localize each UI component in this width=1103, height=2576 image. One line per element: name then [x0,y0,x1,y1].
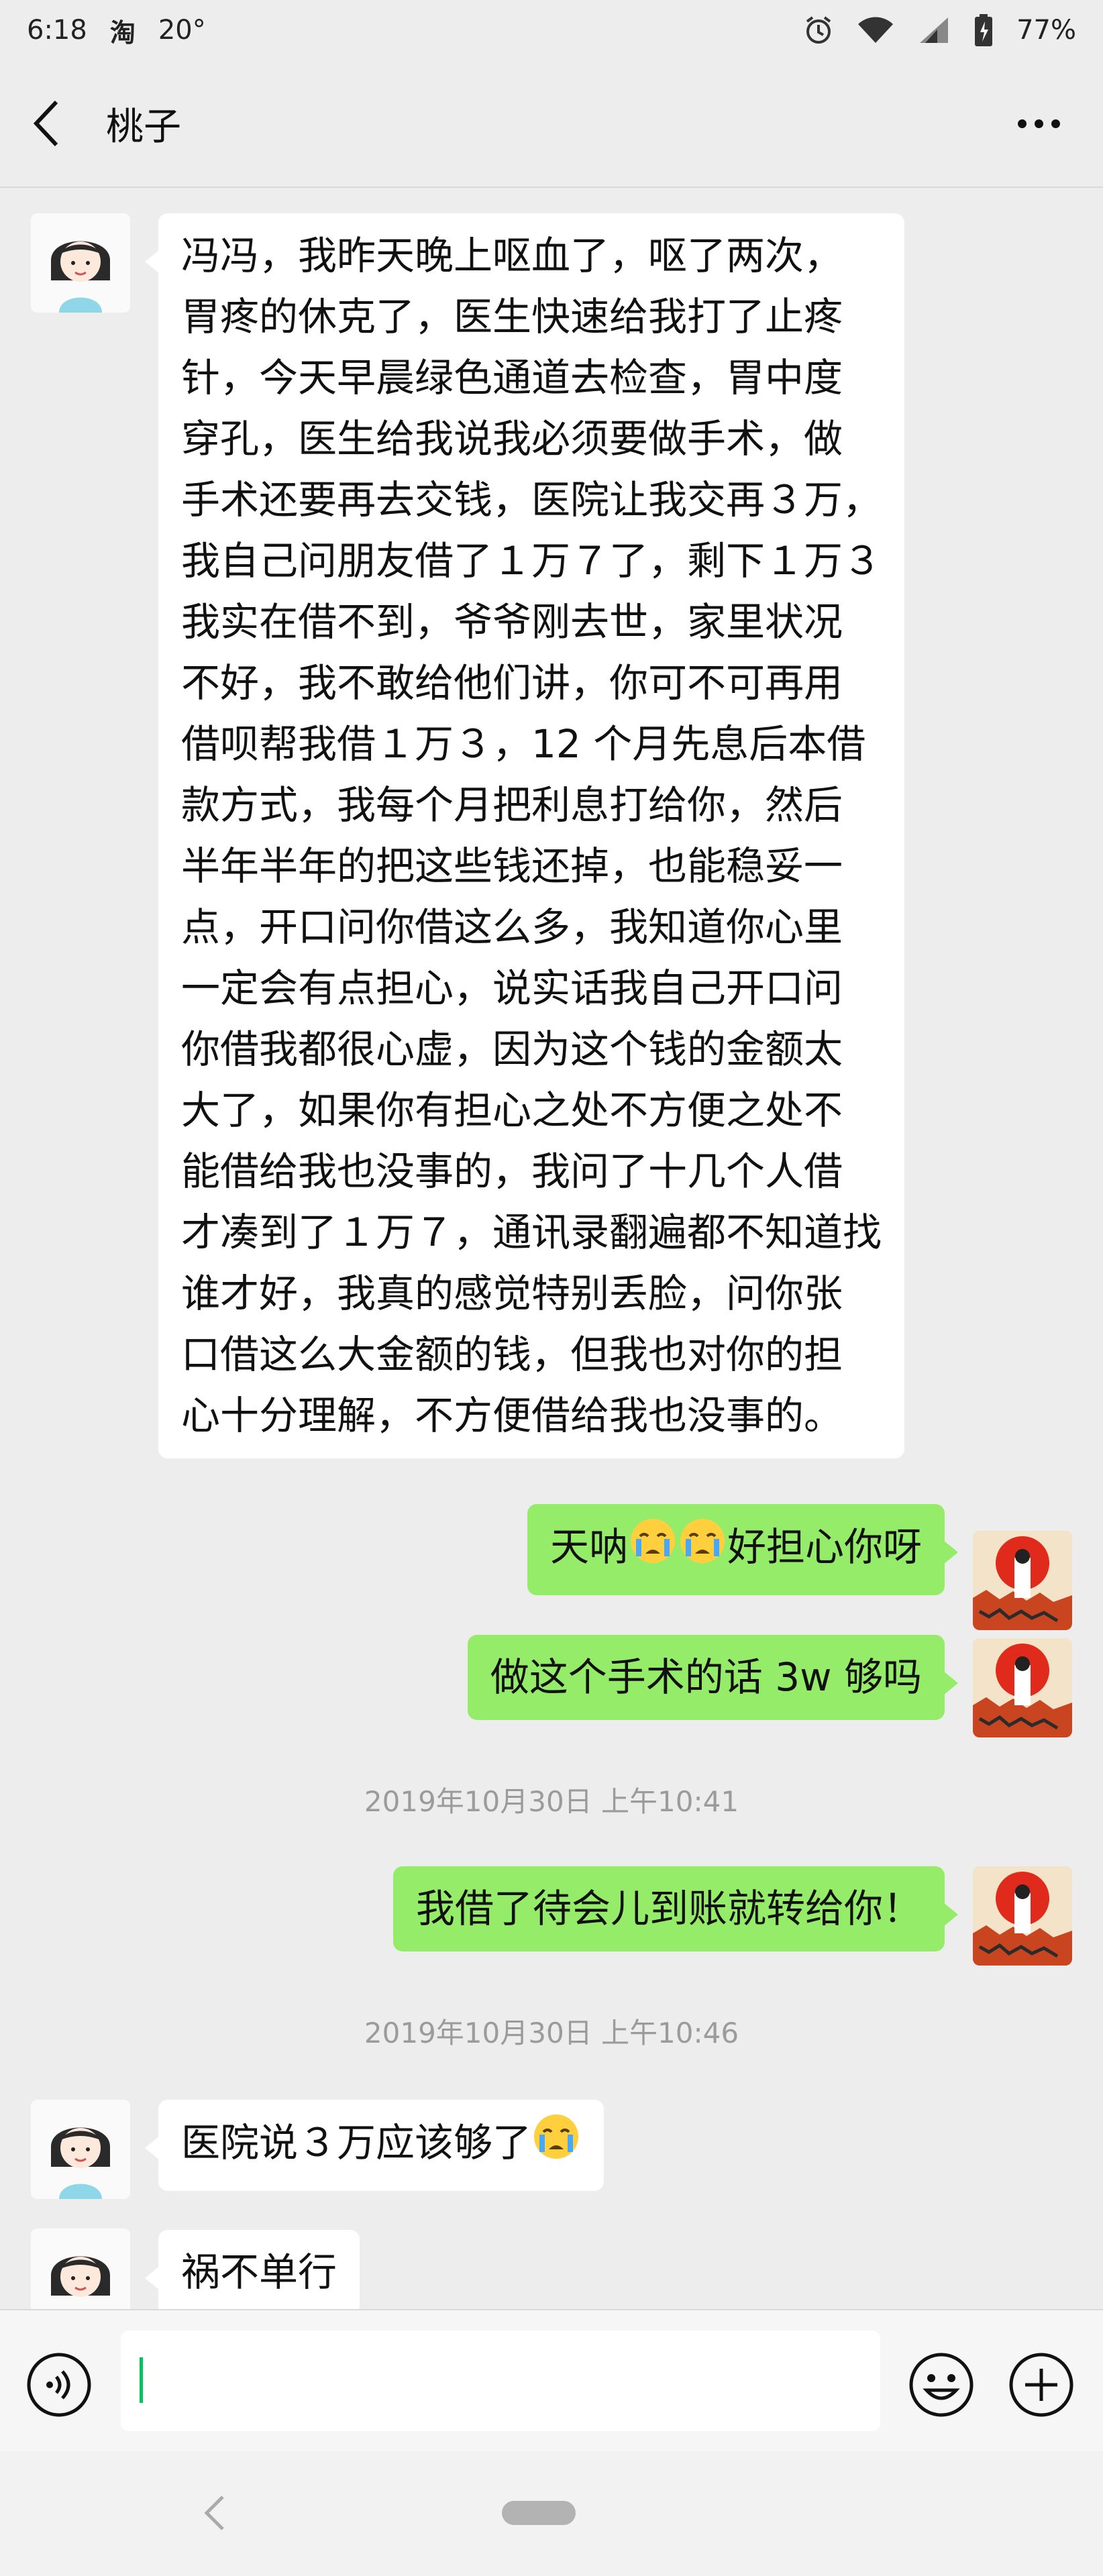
wifi-icon [857,15,894,46]
message-input[interactable] [121,2330,880,2431]
message-line: 半年半年的把这些钱还掉，也能稳妥一 [181,843,843,889]
crying-face-emoji [531,2112,581,2179]
emoji-icon[interactable] [908,2351,975,2418]
my-avatar[interactable] [973,1531,1072,1630]
message-line: 我实在借不到，爷爷刚去世，家里状况 [181,599,843,645]
battery-icon [974,13,994,47]
back-chevron-icon[interactable] [30,97,76,150]
chat-title: 桃子 [106,105,181,149]
message-line: 心十分理解，不方便借给我也没事的。 [181,1393,843,1438]
system-back-icon[interactable] [201,2493,228,2536]
battery-percent: 77% [1016,15,1076,46]
message-text: 天呐 [549,1524,628,1570]
status-time: 6:18 [27,15,87,46]
contact-avatar[interactable] [31,2229,130,2309]
timestamp: 2019年10月30日 上午10:46 [364,2017,739,2049]
message-line: 才凑到了１万７，通讯录翻遍都不知道找 [181,1210,882,1255]
status-bar: 6:18 淘 20° 77% [0,0,1103,60]
message-line: 一定会有点担心，说实话我自己开口问 [181,965,843,1011]
message-line: 借呗帮我借１万３，12 个月先息后本借 [181,721,866,767]
status-right: 77% [803,13,1076,47]
taobao-icon: 淘 [109,17,136,48]
my-avatar[interactable] [973,1638,1072,1737]
message-text: 做这个手术的话 3w 够吗 [490,1654,922,1700]
message-bubble-outgoing[interactable]: 我借了待会儿到账就转给你！ [392,1866,959,1951]
message-line: 我自己问朋友借了１万７了，剩下１万３ [181,538,882,584]
home-pill-icon[interactable] [502,2501,576,2525]
message-line: 能借给我也没事的，我问了十几个人借 [181,1148,843,1194]
message-bubble-incoming[interactable]: 祸不单行 [144,2230,360,2309]
my-avatar[interactable] [973,1866,1072,1966]
status-left: 6:18 淘 20° [27,12,206,49]
input-bar [0,2309,1103,2453]
crying-face-emoji [678,1516,727,1583]
message-line: 胃疼的休克了，医生快速给我打了止疼 [181,294,843,339]
message-line: 针，今天早晨绿色通道去检查，胃中度 [181,355,843,400]
text-caret [140,2357,143,2403]
message-line: 谁才好，我真的感觉特别丢脸，问你张 [181,1271,843,1316]
message-line: 款方式，我每个月把利息打给你，然后 [181,782,843,828]
timestamp: 2019年10月30日 上午10:41 [364,1785,739,1818]
contact-avatar[interactable] [31,2100,130,2199]
system-navigation-bar [0,2451,1103,2576]
message-text: 好担心你呀 [727,1524,922,1570]
message-line: 你借我都很心虚，因为这个钱的金额太 [181,1026,843,1072]
message-line: 不好，我不敢给他们讲，你可不可再用 [181,660,843,706]
signal-icon [917,15,951,46]
message-bubble-outgoing[interactable]: 天呐 好担心你呀 [527,1504,959,1595]
temperature: 20° [158,15,206,46]
message-bubble-outgoing[interactable]: 做这个手术的话 3w 够吗 [467,1635,959,1720]
message-text: 医院说３万应该够了 [181,2120,532,2166]
chat-header: 桃子 [0,60,1103,188]
message-text: 祸不单行 [181,2249,337,2295]
message-line: 穿孔，医生给我说我必须要做手术，做 [181,416,843,462]
message-line: 口借这么大金额的钱，但我也对你的担 [181,1332,843,1377]
message-list[interactable]: 冯冯，我昨天晚上呕血了，呕了两次， 胃疼的休克了，医生快速给我打了止疼 针，今天… [0,189,1103,2309]
voice-icon[interactable] [25,2351,93,2418]
plus-icon[interactable] [1008,2351,1075,2418]
message-line: 手术还要再去交钱，医院让我交再３万， [181,477,882,523]
more-dots-icon[interactable] [1004,106,1073,142]
contact-avatar[interactable] [31,213,130,313]
alarm-icon [803,15,834,46]
message-line: 大了，如果你有担心之处不方便之处不 [181,1087,843,1133]
message-text: 我借了待会儿到账就转给你！ [415,1886,922,1931]
message-bubble-incoming[interactable]: 冯冯，我昨天晚上呕血了，呕了两次， 胃疼的休克了，医生快速给我打了止疼 针，今天… [144,213,905,1458]
message-bubble-incoming[interactable]: 医院说３万应该够了 [144,2100,605,2191]
crying-face-emoji [628,1516,678,1583]
message-line: 冯冯，我昨天晚上呕血了，呕了两次， [181,233,843,278]
message-line: 点，开口问你借这么多，我知道你心里 [181,904,843,950]
